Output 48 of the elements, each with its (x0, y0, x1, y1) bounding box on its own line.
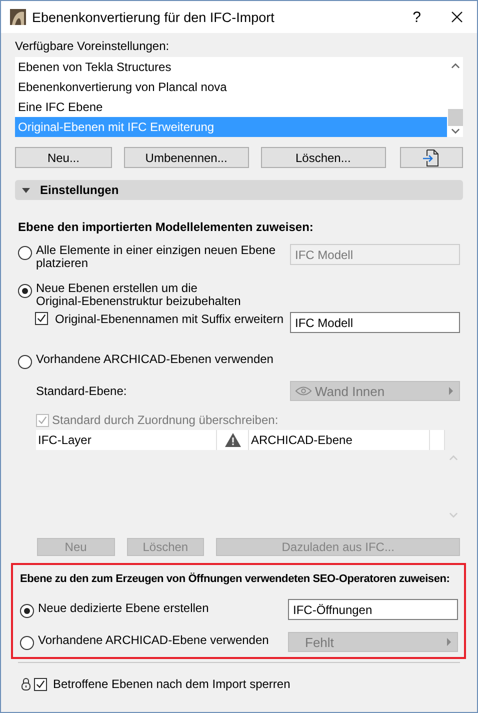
default-layer-label: Standard-Ebene: (36, 384, 127, 398)
preset-button[interactable]: Neu... (15, 147, 112, 168)
scroll-down-icon[interactable] (450, 128, 460, 134)
preset-button[interactable]: Löschen... (260, 147, 386, 168)
lock-icon (21, 677, 31, 691)
radio-label: Neue Ebenen erstellen um die Original-Ebenenstruktur beizubehalten (36, 282, 241, 308)
radio-button[interactable] (18, 284, 32, 298)
section-heading: Ebene zu den zum Erzeugen von Öffnungen verwendeten SEO-Operatoren zuweisen: (20, 573, 451, 585)
radio-button[interactable] (20, 604, 34, 618)
dropdown-value: Fehlt (304, 634, 335, 650)
warning-icon (224, 433, 240, 447)
dropdown-arrow-icon (447, 638, 451, 646)
checkbox[interactable] (35, 312, 48, 325)
preset-item[interactable]: Eine IFC Ebene (15, 97, 447, 117)
checkbox[interactable] (34, 678, 47, 690)
preset-button[interactable]: Umbenennen... (124, 147, 249, 168)
radio-label: Alle Elemente in einer einzigen neuen Ebene platzieren (36, 244, 276, 270)
checkbox-label: Standard durch Zuordnung überschreiben: (52, 413, 278, 427)
radio-label: Vorhandene ARCHICAD-Ebene verwenden (38, 634, 269, 647)
dropdown-arrow-icon (449, 387, 453, 395)
dropdown-value: Wand Innen (315, 384, 386, 398)
settings-label: Einstellungen (40, 183, 119, 197)
settings-header[interactable]: Einstellungen (15, 180, 463, 200)
eye-icon (295, 386, 312, 396)
expand-triangle-icon (22, 188, 30, 192)
checkbox-label: Betroffene Ebenen nach dem Import sperren (53, 677, 290, 691)
close-icon[interactable] (451, 11, 463, 23)
radio-button[interactable] (20, 636, 34, 650)
checkbox-label: Original-Ebenennamen mit Suffix erweitern (55, 312, 284, 326)
scroll-up-icon[interactable] (450, 63, 460, 69)
section-heading: Ebene den importierten Modellelementen zuweisen: (18, 220, 314, 234)
column-header[interactable]: IFC-Layer (36, 430, 217, 450)
radio-button[interactable] (18, 355, 32, 369)
radio-label: Neue dedizierte Ebene erstellen (38, 602, 209, 614)
radio-label: Vorhandene ARCHICAD-Ebenen verwenden (36, 353, 274, 366)
preset-item[interactable]: Ebenen von Tekla Structures (15, 57, 447, 77)
app-icon (10, 9, 26, 25)
presets-label: Verfügbare Voreinstellungen: (15, 39, 170, 53)
scrollbar-thumb[interactable] (448, 109, 462, 126)
help-button[interactable]: ? (412, 8, 421, 26)
import-file-icon (423, 148, 440, 166)
import-button[interactable] (400, 147, 463, 168)
column-header[interactable]: ARCHICAD-Ebene (249, 430, 430, 450)
layer-name-field[interactable]: IFC-Öffnungen (288, 599, 458, 620)
window-title: Ebenenkonvertierung für den IFC-Import (32, 10, 276, 24)
suffix-field[interactable]: IFC Modell (290, 312, 460, 333)
radio-button[interactable] (18, 246, 32, 260)
preset-item[interactable]: Ebenenkonvertierung von Plancal nova (15, 77, 447, 97)
